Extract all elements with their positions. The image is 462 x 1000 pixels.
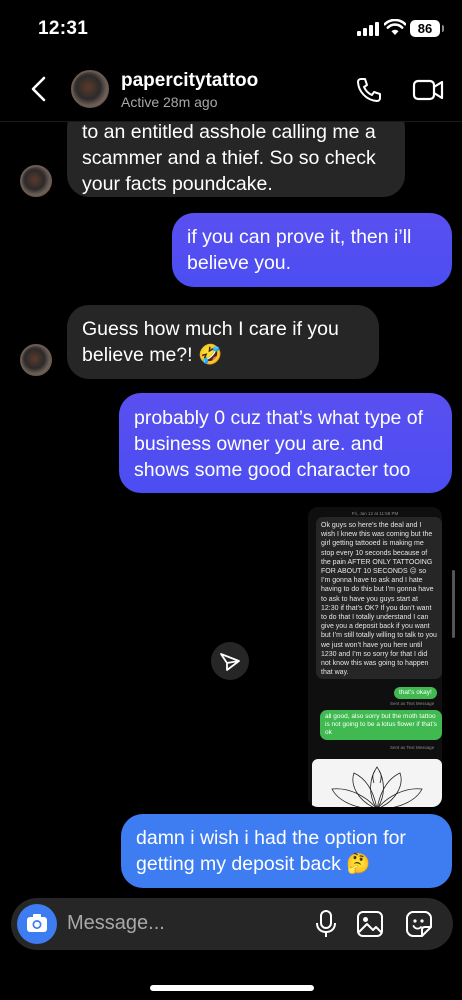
lotus-drawing [331,766,423,807]
back-icon[interactable] [26,74,52,104]
screenshot-reply-bubble: all good, also sorry but the moth tattoo… [320,710,442,740]
contact-avatar[interactable] [20,165,52,197]
camera-icon [27,914,47,932]
status-time: 12:31 [38,18,89,39]
message-input[interactable]: Message... [67,912,165,935]
received-message[interactable]: Guess how much I care if you believe me?… [67,305,379,379]
gallery-icon[interactable] [356,910,384,938]
battery-indicator: 86 [410,20,444,37]
contact-avatar[interactable] [20,344,52,376]
shared-screenshot-image[interactable]: Fri, Jan 12 at 11:58 PM Ok guys so here’… [308,507,452,807]
chat-header: papercitytattoo Active 28m ago [0,58,462,122]
lotus-sketch-image [312,759,442,807]
scroll-indicator [452,570,455,638]
camera-button[interactable] [17,904,57,944]
message-thread[interactable]: to an entitled asshole calling me a scam… [0,122,462,898]
received-message[interactable]: to an entitled asshole calling me a scam… [67,122,405,197]
wifi-icon [384,19,406,35]
share-icon [220,653,240,671]
screenshot-frame: Fri, Jan 12 at 11:58 PM Ok guys so here’… [308,507,442,807]
active-status: Active 28m ago [121,94,218,110]
status-bar: 12:31 86 [0,0,462,58]
video-icon[interactable] [412,77,444,103]
screenshot-timestamp: Fri, Jan 12 at 11:58 PM [351,511,399,516]
mic-icon[interactable] [315,909,337,939]
sent-message[interactable]: if you can prove it, then i’ll believe y… [172,213,452,287]
sent-as-label: Sent as Text Message [390,701,435,706]
phone-icon[interactable] [355,76,383,104]
sent-message[interactable]: probably 0 cuz that’s what type of busin… [119,393,452,493]
avatar[interactable] [71,70,109,108]
message-composer[interactable]: Message... [11,898,453,950]
screenshot-reply-bubble: that’s okay! [394,687,437,699]
sent-message[interactable]: damn i wish i had the option for getting… [121,814,452,888]
home-indicator[interactable] [150,985,314,991]
signal-icon [357,22,379,36]
share-button[interactable] [211,642,249,680]
sticker-icon[interactable] [405,910,433,938]
contact-username[interactable]: papercitytattoo [121,70,258,92]
screenshot-note-message: Ok guys so here’s the deal and I wish I … [316,517,442,679]
sent-as-label: Sent as Text Message [390,745,435,750]
